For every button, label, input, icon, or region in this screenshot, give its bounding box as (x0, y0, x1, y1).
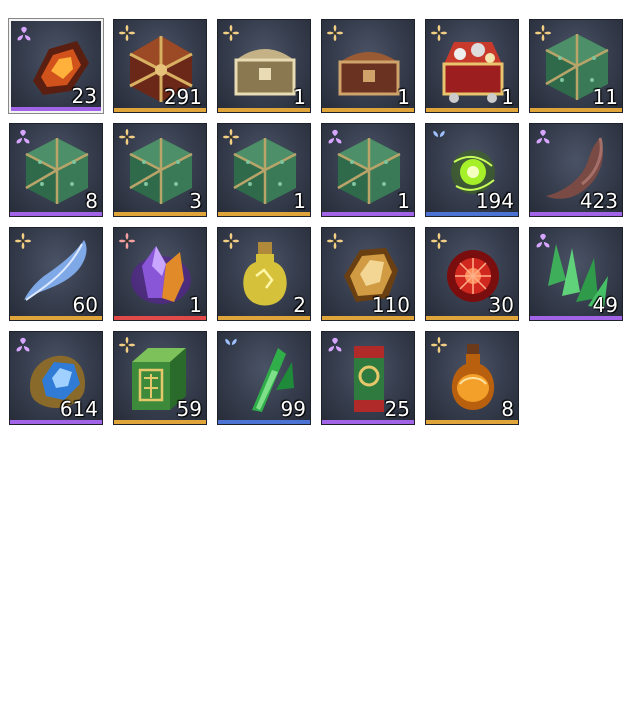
inventory-slot[interactable]: 11 (529, 19, 623, 113)
inventory-slot[interactable]: 49 (529, 227, 623, 321)
item-quantity: 614 (59, 397, 98, 421)
rarity-bar (114, 420, 206, 424)
epic-flower-icon (17, 26, 31, 41)
item-quantity: 1 (397, 85, 410, 109)
rarity-bar (114, 108, 206, 112)
inventory-slot[interactable]: 30 (425, 227, 519, 321)
item-quantity: 1 (189, 293, 202, 317)
epic-flower-icon (16, 129, 30, 144)
inventory-slot[interactable]: 1 (321, 123, 415, 217)
item-quantity: 1 (293, 85, 306, 109)
legendary-flower-icon (430, 24, 448, 42)
rare-wing-icon (225, 338, 237, 345)
item-quantity: 25 (384, 397, 410, 421)
inventory-slot[interactable]: 99 (217, 331, 311, 425)
rarity-bar (426, 316, 518, 320)
legendary-flower-icon (326, 232, 344, 250)
epic-flower-icon (536, 129, 550, 144)
rarity-bar (10, 212, 102, 216)
item-quantity: 8 (85, 189, 98, 213)
rarity-bar (530, 108, 622, 112)
rarity-bar (426, 420, 518, 424)
item-quantity: 49 (592, 293, 618, 317)
legendary-flower-icon (534, 24, 552, 42)
inventory-slot[interactable]: 1 (113, 227, 207, 321)
legendary-flower-icon (222, 232, 240, 250)
rarity-bar (322, 212, 414, 216)
item-quantity: 1 (293, 189, 306, 213)
item-quantity: 8 (501, 397, 514, 421)
rarity-bar (322, 420, 414, 424)
item-quantity: 423 (579, 189, 618, 213)
legendary-flower-icon (118, 128, 136, 146)
inventory-slot[interactable]: 1 (217, 19, 311, 113)
rarity-bar (218, 316, 310, 320)
inventory-slot[interactable]: 1 (217, 123, 311, 217)
item-quantity: 2 (293, 293, 306, 317)
inventory-slot[interactable]: 1 (425, 19, 519, 113)
rarity-bar (322, 316, 414, 320)
inventory-slot[interactable]: 25 (321, 331, 415, 425)
item-quantity: 30 (488, 293, 514, 317)
item-quantity: 1 (397, 189, 410, 213)
epic-flower-icon (536, 233, 550, 248)
inventory-slot[interactable]: 1 (321, 19, 415, 113)
inventory-slot[interactable]: 110 (321, 227, 415, 321)
inventory-slot[interactable]: 60 (9, 227, 103, 321)
rarity-bar (218, 108, 310, 112)
inventory-slot[interactable]: 614 (9, 331, 103, 425)
item-quantity: 194 (475, 189, 514, 213)
item-quantity: 110 (371, 293, 410, 317)
item-quantity: 59 (176, 397, 202, 421)
rarity-bar (10, 420, 102, 424)
inventory-slot[interactable]: 2 (217, 227, 311, 321)
legendary-flower-icon (326, 24, 344, 42)
legendary-flower-icon (14, 232, 32, 250)
legendary-flower-icon (430, 336, 448, 354)
inventory-slot[interactable]: 59 (113, 331, 207, 425)
epic-flower-icon (328, 129, 342, 144)
inventory-slot[interactable]: 194 (425, 123, 519, 217)
rarity-bar (426, 108, 518, 112)
item-quantity: 1 (501, 85, 514, 109)
item-quantity: 11 (592, 85, 618, 109)
inventory-slot[interactable]: 8 (9, 123, 103, 217)
legendary-flower-icon (118, 24, 136, 42)
item-quantity: 291 (163, 85, 202, 109)
rarity-bar (218, 212, 310, 216)
item-quantity: 3 (189, 189, 202, 213)
rarity-bar (218, 420, 310, 424)
inventory-slot[interactable]: 291 (113, 19, 207, 113)
rarity-bar (10, 316, 102, 320)
rarity-bar (114, 316, 206, 320)
legendary-flower-icon (118, 336, 136, 354)
legendary-flower-icon (222, 24, 240, 42)
rarity-bar (11, 107, 101, 111)
rare-wing-icon (433, 130, 445, 137)
rarity-bar (426, 212, 518, 216)
mythic-flower-icon (118, 232, 136, 250)
rarity-bar (530, 212, 622, 216)
epic-flower-icon (328, 337, 342, 352)
rarity-bar (530, 316, 622, 320)
legendary-flower-icon (222, 128, 240, 146)
inventory-slot[interactable]: 3 (113, 123, 207, 217)
item-quantity: 60 (72, 293, 98, 317)
inventory-slot[interactable]: 8 (425, 331, 519, 425)
inventory-slot[interactable]: 423 (529, 123, 623, 217)
inventory-slot[interactable]: 23 (9, 19, 103, 113)
rarity-bar (322, 108, 414, 112)
rarity-bar (114, 212, 206, 216)
item-quantity: 23 (71, 84, 97, 108)
legendary-flower-icon (430, 232, 448, 250)
item-quantity: 99 (280, 397, 306, 421)
epic-flower-icon (16, 337, 30, 352)
